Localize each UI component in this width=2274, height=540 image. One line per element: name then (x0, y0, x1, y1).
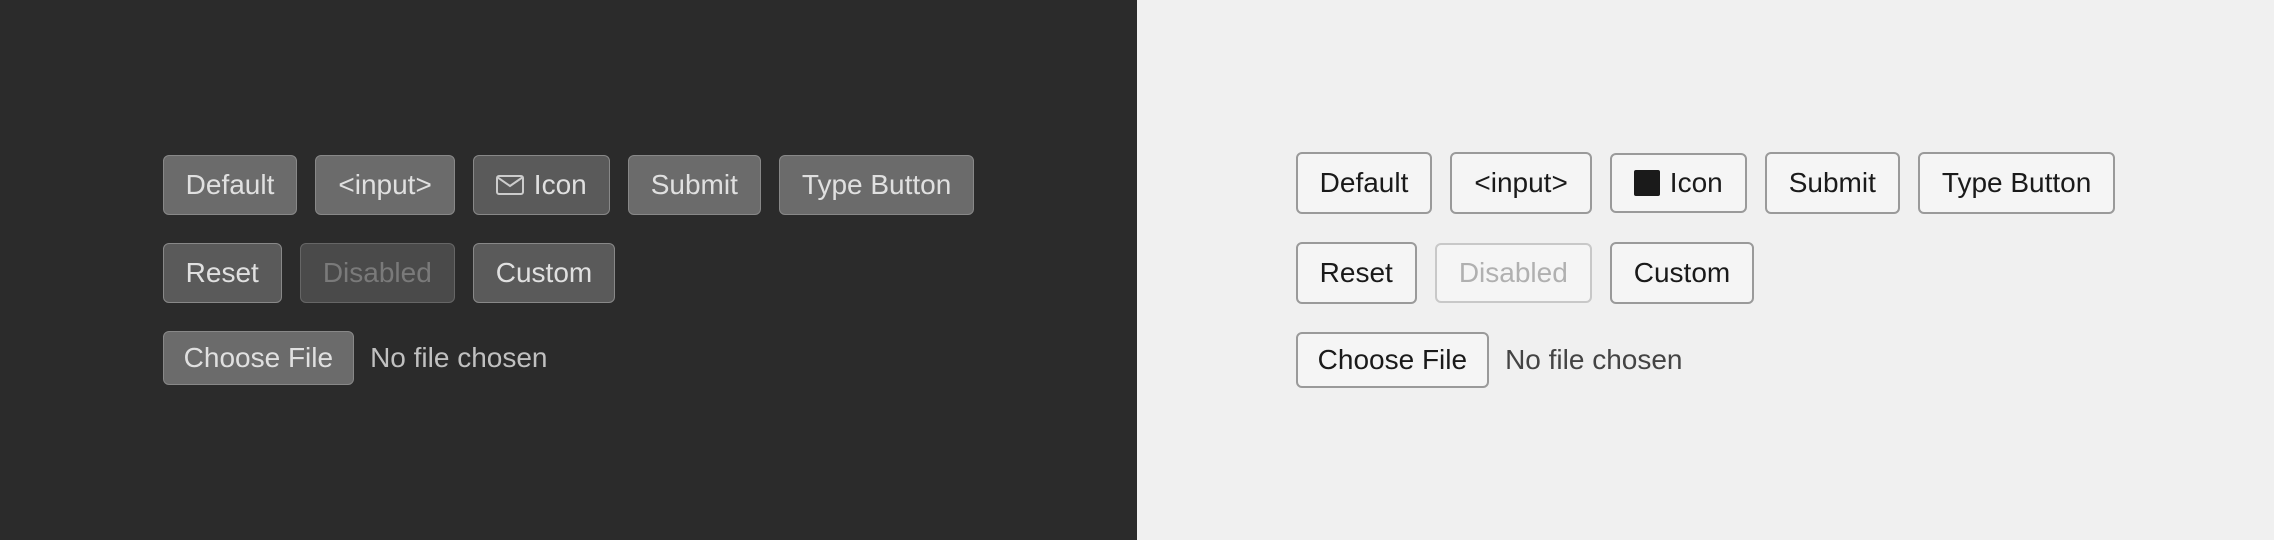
dark-reset-button[interactable]: Reset (163, 243, 282, 303)
dark-custom-button[interactable]: Custom (473, 243, 615, 303)
dark-icon-button[interactable]: Icon (473, 155, 610, 215)
light-custom-button[interactable]: Custom (1610, 242, 1754, 304)
light-panel: Default <input> Icon Submit Type Button … (1137, 0, 2274, 540)
light-button-group: Default <input> Icon Submit Type Button … (1296, 152, 2116, 387)
light-row-3: Choose File No file chosen (1296, 332, 1683, 388)
light-icon-label: Icon (1670, 167, 1723, 199)
square-icon (1634, 170, 1660, 196)
light-row-2: Reset Disabled Custom (1296, 242, 1755, 304)
light-default-button[interactable]: Default (1296, 152, 1433, 214)
dark-no-file-text: No file chosen (370, 342, 547, 374)
light-reset-button[interactable]: Reset (1296, 242, 1417, 304)
light-disabled-button: Disabled (1435, 243, 1592, 303)
light-submit-button[interactable]: Submit (1765, 152, 1900, 214)
envelope-icon (496, 175, 524, 195)
light-row-1: Default <input> Icon Submit Type Button (1296, 152, 2116, 214)
dark-icon-label: Icon (534, 168, 587, 202)
dark-row-3: Choose File No file chosen (163, 331, 548, 385)
dark-panel: Default <input> Icon Submit Type Button … (0, 0, 1137, 540)
dark-submit-button[interactable]: Submit (628, 155, 761, 215)
dark-button-group: Default <input> Icon Submit Type Button … (163, 155, 975, 384)
light-input-button[interactable]: <input> (1450, 152, 1591, 214)
dark-input-button[interactable]: <input> (315, 155, 454, 215)
light-no-file-text: No file chosen (1505, 344, 1682, 376)
dark-disabled-button: Disabled (300, 243, 455, 303)
light-icon-button[interactable]: Icon (1610, 153, 1747, 213)
dark-choose-file-button[interactable]: Choose File (163, 331, 354, 385)
dark-type-button-button[interactable]: Type Button (779, 155, 974, 215)
dark-row-2: Reset Disabled Custom (163, 243, 616, 303)
dark-row-1: Default <input> Icon Submit Type Button (163, 155, 975, 215)
light-type-button-button[interactable]: Type Button (1918, 152, 2115, 214)
light-choose-file-button[interactable]: Choose File (1296, 332, 1489, 388)
dark-default-button[interactable]: Default (163, 155, 298, 215)
